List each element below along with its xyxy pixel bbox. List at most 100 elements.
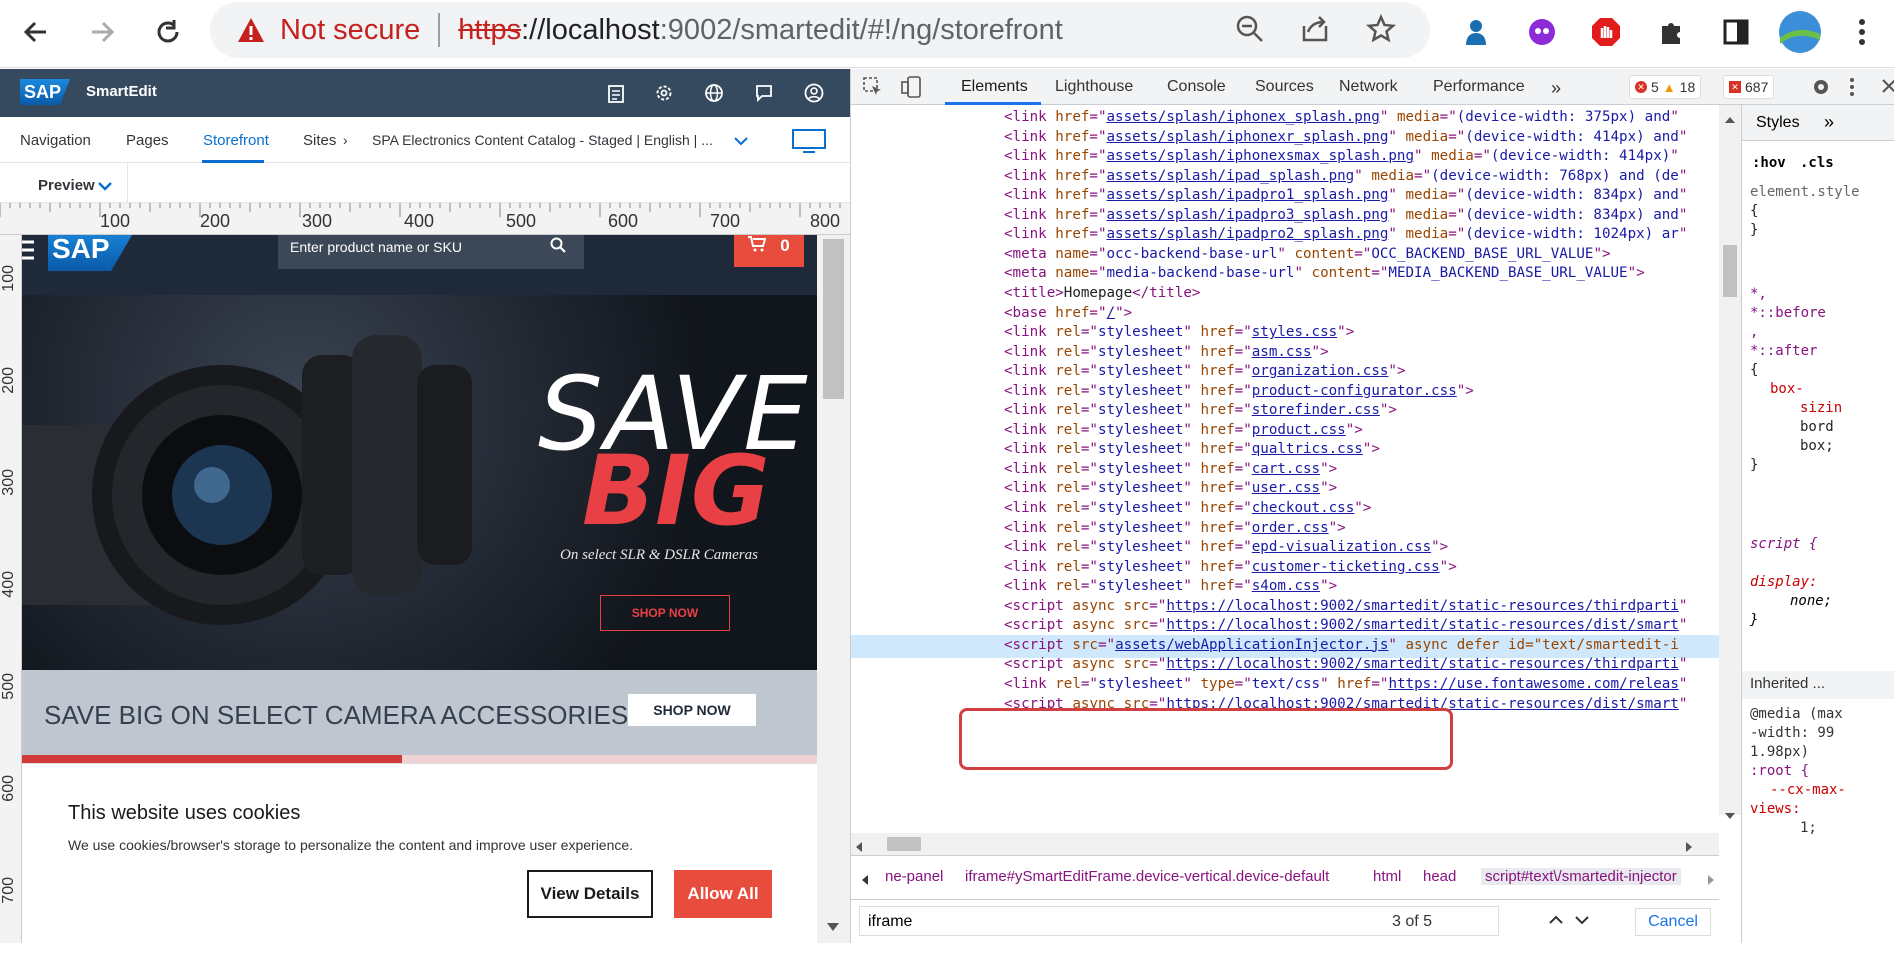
bookmark-star-icon[interactable]	[1365, 13, 1397, 52]
scroll-down-arrow-icon[interactable]	[1724, 805, 1736, 824]
accessories-banner-text: SAVE BIG ON SELECT CAMERA ACCESSORIES	[44, 700, 629, 730]
elements-hscrollbar[interactable]	[851, 833, 1719, 855]
extensions-puzzle-icon[interactable]	[1650, 10, 1694, 54]
forward-icon[interactable]	[80, 10, 124, 54]
store-search-input[interactable]: Enter product name or SKU	[278, 235, 584, 269]
scroll-up-arrow-icon[interactable]	[1724, 109, 1736, 128]
purple-extension-icon[interactable]	[1520, 10, 1564, 54]
side-panel-icon[interactable]	[1714, 10, 1758, 54]
app-title: SmartEdit	[86, 83, 157, 100]
smartedit-header: SAP SmartEdit	[0, 69, 850, 117]
element-style-selector: element.style	[1750, 184, 1860, 200]
preview-dropdown[interactable]: Preview	[0, 163, 128, 203]
media-rule[interactable]: @media (max-width: 991.98px) :root { --c…	[1750, 705, 1850, 838]
issues-counter[interactable]: ✕ 687	[1723, 75, 1775, 99]
breadcrumb-right-icon[interactable]	[1707, 872, 1715, 889]
scroll-down-arrow-icon[interactable]	[826, 919, 840, 937]
cart-count: 0	[780, 236, 790, 255]
globe-icon[interactable]	[702, 81, 726, 105]
share-icon[interactable]	[1300, 14, 1330, 52]
adblock-icon[interactable]	[1584, 10, 1628, 54]
hamburger-menu-icon[interactable]	[22, 239, 36, 266]
allow-all-button[interactable]: Allow All	[674, 870, 772, 918]
view-details-button[interactable]: View Details	[527, 870, 653, 918]
scrollbar-thumb[interactable]	[887, 837, 921, 851]
user-avatar-icon[interactable]	[1778, 10, 1822, 54]
devtools-settings-icon[interactable]	[1811, 77, 1831, 102]
not-secure-label[interactable]: Not secure	[280, 14, 420, 47]
dom-breadcrumbs: ne-panel iframe#ySmartEditFrame.device-v…	[851, 855, 1719, 899]
search-placeholder: Enter product name or SKU	[290, 239, 462, 255]
scrollbar-thumb[interactable]	[823, 239, 844, 399]
nav-sites[interactable]: Sites	[303, 132, 336, 149]
tab-styles[interactable]: Styles	[1756, 114, 1800, 132]
ruler-label: 200	[200, 211, 231, 231]
zoom-out-icon[interactable]	[1235, 14, 1265, 52]
hero-shop-now-button[interactable]: SHOP NOW	[600, 595, 730, 631]
tab-performance[interactable]: Performance	[1433, 78, 1525, 96]
find-prev-icon[interactable]	[1549, 912, 1563, 930]
scrollbar-thumb[interactable]	[1723, 245, 1737, 297]
ruler-label: 700	[0, 877, 17, 904]
catalog-selector[interactable]: SPA Electronics Content Catalog - Staged…	[372, 132, 713, 148]
tab-elements[interactable]: Elements	[961, 78, 1028, 96]
ruler-label: 100	[0, 265, 17, 292]
inspect-element-icon[interactable]	[863, 77, 883, 102]
highlight-annotation-box	[959, 708, 1453, 770]
storefront-scrollbar[interactable]	[817, 235, 850, 943]
omnibox-divider	[438, 13, 441, 47]
user-profile-icon[interactable]	[802, 81, 826, 105]
browser-menu-icon[interactable]	[1840, 10, 1884, 54]
address-bar[interactable]: Not secure https://localhost:9002/smarte…	[210, 2, 1430, 58]
breadcrumb-item[interactable]: ne-panel	[885, 868, 943, 885]
user-agent-rule[interactable]: script { display: none;}	[1750, 535, 1890, 630]
devtools-tabbar: Elements Lighthouse Console Sources Netw…	[851, 69, 1894, 105]
nav-pages[interactable]: Pages	[126, 132, 169, 149]
tab-sources[interactable]: Sources	[1255, 78, 1314, 96]
store-logo[interactable]: SAP	[48, 235, 138, 271]
url-host: ://localhost	[521, 13, 660, 46]
nav-navigation[interactable]: Navigation	[20, 132, 91, 149]
cart-button[interactable]: 0	[734, 235, 804, 267]
tab-network[interactable]: Network	[1339, 78, 1398, 96]
nav-storefront[interactable]: Storefront	[203, 132, 269, 149]
tab-console[interactable]: Console	[1167, 78, 1226, 96]
profile-extension-icon[interactable]	[1454, 10, 1498, 54]
search-icon[interactable]	[550, 237, 566, 256]
error-icon: ✕	[1635, 81, 1647, 93]
clipboard-icon[interactable]	[604, 81, 628, 105]
hero-subtitle: On select SLR & DSLR Cameras	[560, 547, 758, 563]
more-tabs-icon[interactable]: »	[1551, 78, 1561, 99]
element-style-rule[interactable]: element.style {}	[1750, 183, 1890, 240]
find-next-icon[interactable]	[1575, 912, 1589, 930]
settings-gear-icon[interactable]	[652, 81, 676, 105]
chat-icon[interactable]	[752, 81, 776, 105]
cls-toggle[interactable]: .cls	[1800, 155, 1834, 171]
breadcrumb-left-icon[interactable]	[861, 872, 869, 889]
universal-rule[interactable]: *, *::before, *::after{ box- sizin bord bo…	[1750, 285, 1890, 475]
find-input[interactable]: iframe 3 of 5	[859, 906, 1499, 936]
issue-counters[interactable]: ✕ 5 ▲ 18	[1629, 75, 1702, 99]
tab-lighthouse[interactable]: Lighthouse	[1055, 78, 1133, 96]
close-devtools-icon[interactable]	[1881, 78, 1894, 99]
hero-banner[interactable]: SAVE BIG On select SLR & DSLR Cameras SH…	[22, 295, 817, 670]
find-cancel-button[interactable]: Cancel	[1635, 908, 1711, 936]
accessories-shop-now-button[interactable]: SHOP NOW	[628, 694, 756, 726]
back-icon[interactable]	[14, 10, 58, 54]
breadcrumb-item-selected[interactable]: script#text\/smartedit-injector	[1481, 868, 1681, 885]
cart-icon	[748, 235, 767, 257]
devtools-menu-icon[interactable]	[1849, 77, 1855, 102]
reload-icon[interactable]	[146, 10, 190, 54]
breadcrumb-item[interactable]: html	[1373, 868, 1401, 885]
elements-scrollbar[interactable]	[1719, 105, 1741, 819]
chevron-down-icon[interactable]	[734, 133, 748, 150]
ruler-label: 800	[810, 211, 841, 231]
more-panes-icon[interactable]: »	[1824, 112, 1834, 133]
device-toolbar-icon[interactable]	[901, 76, 923, 103]
breadcrumb-item[interactable]: head	[1423, 868, 1456, 885]
desktop-device-icon[interactable]	[792, 129, 826, 157]
hov-toggle[interactable]: :hov	[1752, 155, 1786, 171]
breadcrumb-item[interactable]: iframe#ySmartEditFrame.device-vertical.d…	[965, 868, 1329, 885]
accessories-banner[interactable]: SAVE BIG ON SELECT CAMERA ACCESSORIES SH…	[22, 670, 817, 755]
chevron-down-icon	[98, 178, 112, 195]
